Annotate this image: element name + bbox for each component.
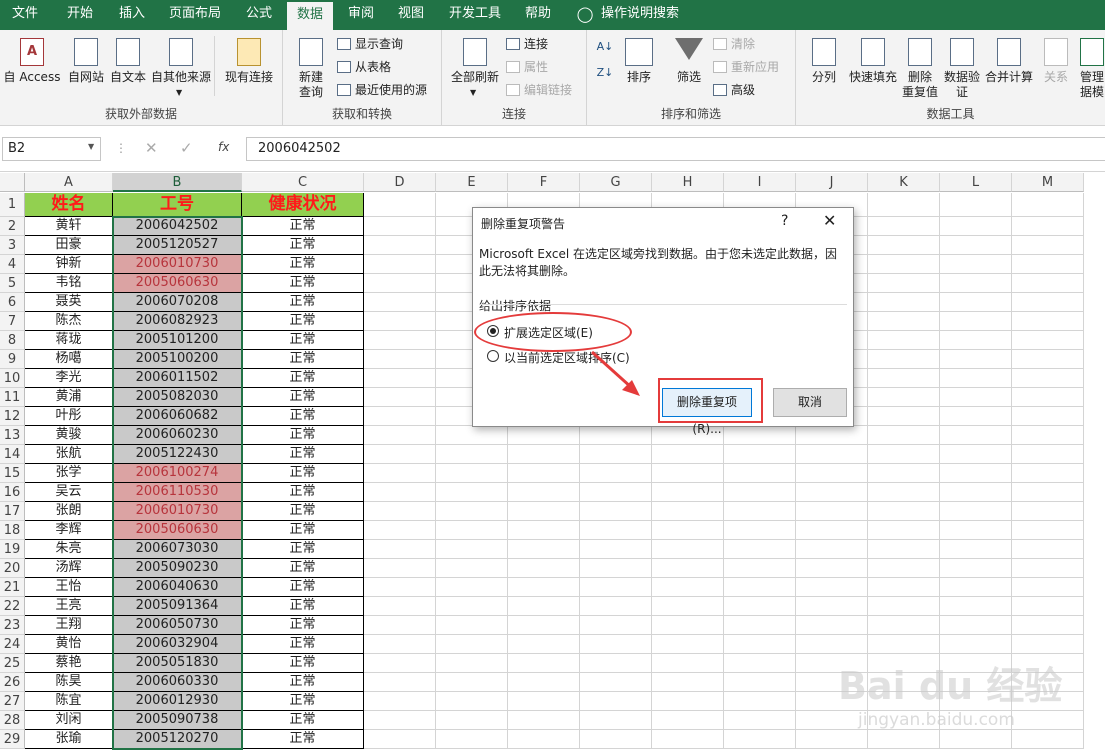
baidu-watermark: Bai du 经验: [838, 664, 1063, 708]
annotation-arrow: [590, 350, 640, 396]
baidu-watermark-url: jingyan.baidu.com: [858, 710, 1015, 730]
